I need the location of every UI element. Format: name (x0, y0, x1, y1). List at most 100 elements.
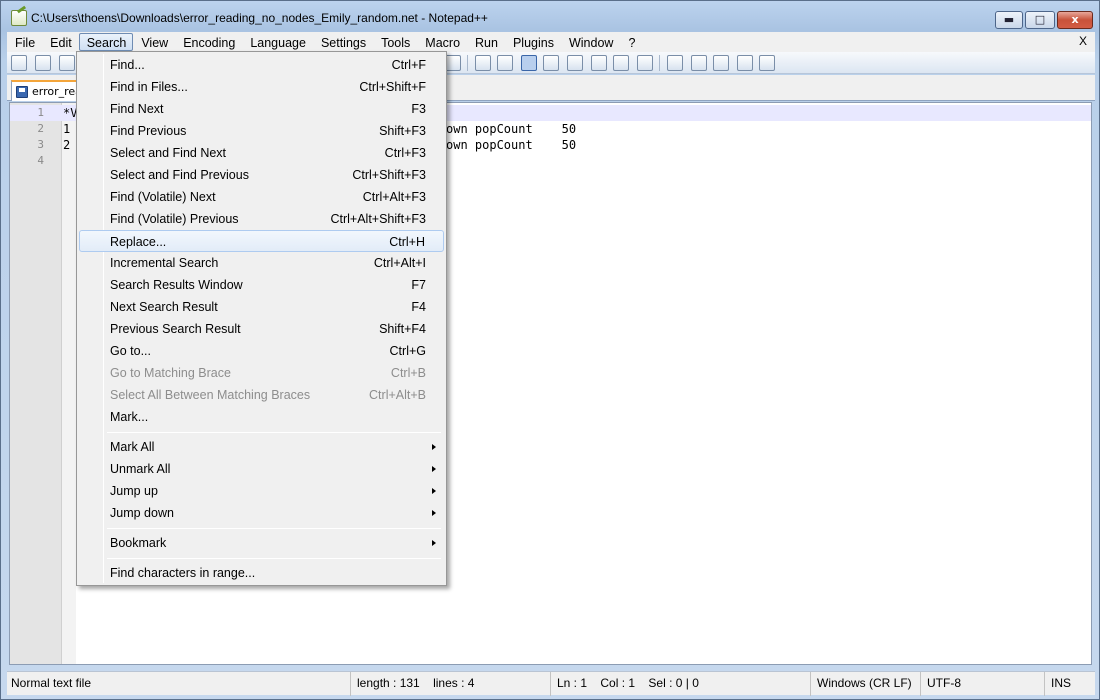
menu-plugins[interactable]: Plugins (505, 33, 561, 51)
monitoring-eye-icon[interactable] (637, 55, 653, 71)
menu-item-go-to[interactable]: Go to... Ctrl+G (79, 340, 444, 362)
submenu-arrow-icon (432, 510, 436, 516)
menu-language[interactable]: Language (242, 33, 313, 51)
close-icon: x (1071, 13, 1079, 26)
new-file-icon[interactable] (11, 55, 27, 71)
menu-item-find-next[interactable]: Find Next F3 (79, 98, 444, 120)
status-insert-mode: INS (1051, 676, 1072, 690)
line-number-gutter (10, 103, 62, 664)
record-macro-icon[interactable] (667, 55, 683, 71)
save-file-icon[interactable] (59, 55, 75, 71)
menu-item-replace[interactable]: Replace... Ctrl+H (79, 230, 444, 252)
menu-run[interactable]: Run (467, 33, 505, 51)
line-number: 1 (37, 106, 44, 119)
menu-item-find-volatile-next[interactable]: Find (Volatile) Next Ctrl+Alt+F3 (79, 186, 444, 208)
menu-edit[interactable]: Edit (42, 33, 79, 51)
submenu-arrow-icon (432, 488, 436, 494)
function-list-icon[interactable] (591, 55, 607, 71)
submenu-arrow-icon (432, 540, 436, 546)
menu-tools[interactable]: Tools (373, 33, 417, 51)
status-length: length : 131 (357, 676, 420, 690)
submenu-arrow-icon (432, 444, 436, 450)
status-encoding: UTF-8 (923, 672, 1045, 696)
line-text: 2 (63, 138, 71, 152)
minimize-button[interactable]: ▬ (995, 11, 1023, 29)
word-wrap-icon[interactable] (475, 55, 491, 71)
folder-as-workspace-icon[interactable] (613, 55, 629, 71)
close-window-button[interactable]: x (1057, 11, 1093, 29)
stop-macro-icon[interactable] (691, 55, 707, 71)
line-text-right: own popCount 50 (446, 122, 577, 136)
menu-window[interactable]: Window (561, 33, 620, 51)
status-eol: Windows (CR LF) (813, 672, 921, 696)
notepad-app-icon (11, 10, 27, 26)
menu-bar: File Edit Search View Encoding Language … (7, 32, 1095, 52)
line-text-right: own popCount 50 (446, 138, 577, 152)
status-position: Ln : 1 Col : 1 Sel : 0 | 0 (553, 672, 811, 696)
search-menu-dropdown: Find... Ctrl+F Find in Files... Ctrl+Shi… (76, 51, 447, 586)
menu-item-go-to-matching-brace[interactable]: Go to Matching Brace Ctrl+B (79, 362, 444, 384)
menu-macro[interactable]: Macro (417, 33, 467, 51)
line-number: 3 (37, 138, 44, 151)
status-file-type: Normal text file (7, 672, 351, 696)
fold-margin (62, 103, 76, 664)
status-sel: Sel : 0 | 0 (648, 676, 699, 690)
menu-item-mark[interactable]: Mark... (79, 406, 444, 428)
menu-item-next-search-result[interactable]: Next Search Result F4 (79, 296, 444, 318)
menu-item-jump-down[interactable]: Jump down (79, 502, 444, 524)
menu-help[interactable]: ? (620, 33, 642, 51)
menu-item-previous-search-result[interactable]: Previous Search Result Shift+F4 (79, 318, 444, 340)
run-macro-multiple-icon[interactable] (737, 55, 753, 71)
menu-item-find-previous[interactable]: Find Previous Shift+F3 (79, 120, 444, 142)
menu-item-incremental-search[interactable]: Incremental Search Ctrl+Alt+I (79, 252, 444, 274)
line-number: 2 (37, 122, 44, 135)
menu-file[interactable]: File (7, 33, 42, 51)
menu-item-find-volatile-previous[interactable]: Find (Volatile) Previous Ctrl+Alt+Shift+… (79, 208, 444, 230)
menu-item-select-and-find-next[interactable]: Select and Find Next Ctrl+F3 (79, 142, 444, 164)
line-number: 4 (37, 154, 44, 167)
toolbar-separator (467, 55, 468, 71)
save-macro-icon[interactable] (759, 55, 775, 71)
status-ln: Ln : 1 (557, 676, 588, 690)
menu-separator (107, 432, 441, 433)
show-all-characters-icon[interactable] (497, 55, 513, 71)
menu-separator (107, 528, 441, 529)
play-macro-icon[interactable] (713, 55, 729, 71)
app-window: C:\Users\thoens\Downloads\error_reading_… (0, 0, 1100, 700)
submenu-arrow-icon (432, 466, 436, 472)
close-document-button[interactable]: X (1079, 34, 1087, 48)
menu-item-find-in-files[interactable]: Find in Files... Ctrl+Shift+F (79, 76, 444, 98)
menu-item-select-and-find-previous[interactable]: Select and Find Previous Ctrl+Shift+F3 (79, 164, 444, 186)
user-defined-language-icon[interactable] (543, 55, 559, 71)
menu-search[interactable]: Search (78, 33, 134, 51)
saved-disk-icon (16, 86, 28, 98)
maximize-button[interactable]: □ (1025, 11, 1055, 29)
menu-item-jump-up[interactable]: Jump up (79, 480, 444, 502)
menu-item-bookmark[interactable]: Bookmark (79, 532, 444, 554)
menu-view[interactable]: View (133, 33, 175, 51)
menu-item-find[interactable]: Find... Ctrl+F (79, 54, 444, 76)
menu-item-unmark-all[interactable]: Unmark All (79, 458, 444, 480)
window-title: C:\Users\thoens\Downloads\error_reading_… (31, 11, 488, 25)
maximize-icon: □ (1034, 13, 1046, 26)
status-length-lines: length : 131 lines : 4 (353, 672, 551, 696)
status-lines: lines : 4 (433, 676, 475, 690)
find-in-files-icon[interactable] (445, 55, 461, 71)
menu-item-find-characters-in-range[interactable]: Find characters in range... (79, 562, 444, 584)
minimize-icon: ▬ (1003, 13, 1015, 26)
document-map-icon[interactable] (567, 55, 583, 71)
menu-separator (107, 558, 441, 559)
open-file-icon[interactable] (35, 55, 51, 71)
status-col: Col : 1 (600, 676, 636, 690)
title-bar: C:\Users\thoens\Downloads\error_reading_… (1, 1, 1100, 33)
menu-item-select-between-braces[interactable]: Select All Between Matching Braces Ctrl+… (79, 384, 444, 406)
menu-item-search-results-window[interactable]: Search Results Window F7 (79, 274, 444, 296)
menu-settings[interactable]: Settings (313, 33, 373, 51)
indent-guide-icon[interactable] (521, 55, 537, 71)
line-text: 1 (63, 122, 71, 136)
menu-item-mark-all[interactable]: Mark All (79, 436, 444, 458)
menu-encoding[interactable]: Encoding (175, 33, 242, 51)
document-tab[interactable]: error_reading_no_nodes_Emily_random.net (11, 80, 83, 101)
toolbar-separator (659, 55, 660, 71)
status-bar: Normal text file length : 131 lines : 4 … (7, 671, 1095, 696)
